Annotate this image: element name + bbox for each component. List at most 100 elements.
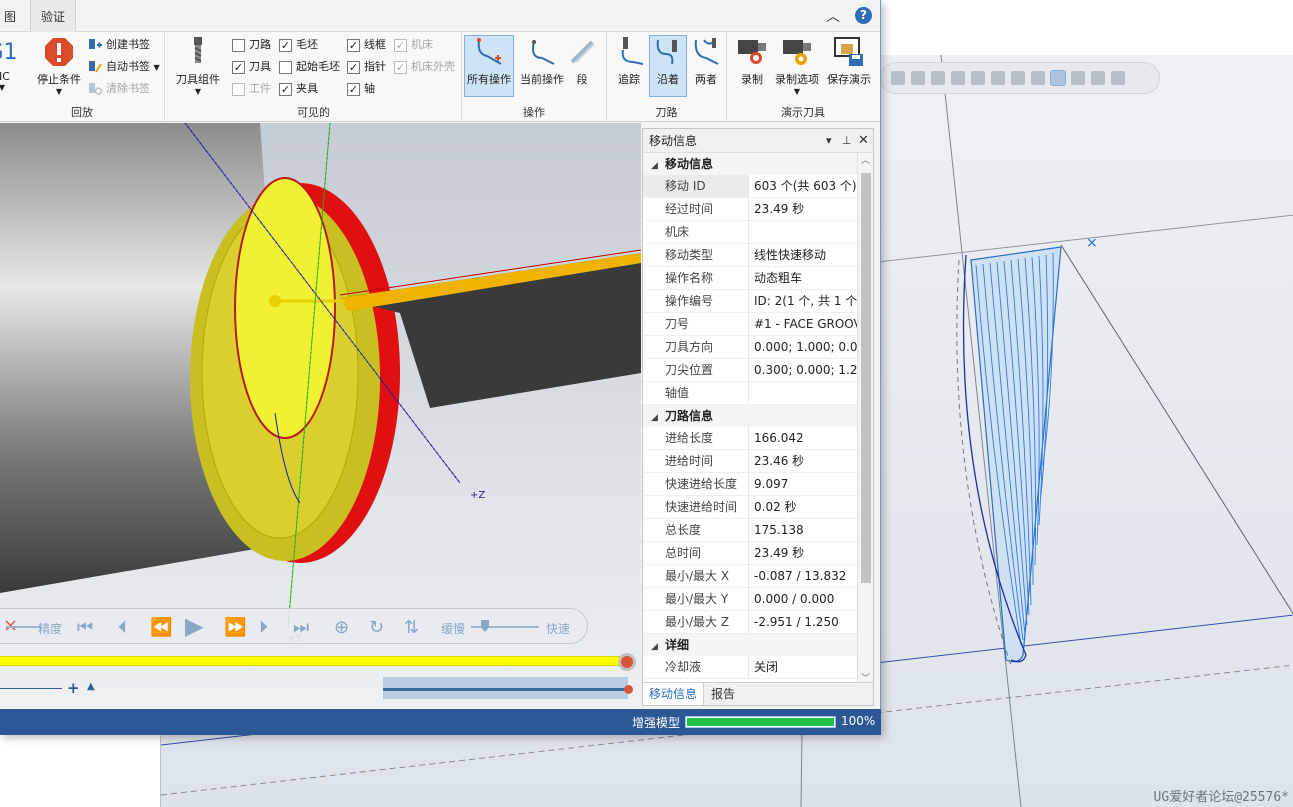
view-icon[interactable] <box>1031 71 1045 85</box>
property-row[interactable]: 快速进给长度 9.097 <box>643 473 857 496</box>
section-header[interactable]: ◢ 刀路信息 <box>643 405 857 427</box>
scroll-up-icon[interactable]: ︿ <box>861 153 870 166</box>
checkbox-0[interactable]: 刀路 <box>232 36 271 54</box>
view-icon[interactable] <box>971 71 985 85</box>
view-icon[interactable] <box>1011 71 1025 85</box>
nc-button[interactable]: G1 NC ▼ <box>0 36 22 92</box>
tab-verify[interactable]: 验证 <box>30 0 76 32</box>
checkbox-10[interactable]: ✓ 轴 <box>347 80 375 98</box>
tab-report[interactable]: 报告 <box>705 683 741 705</box>
property-row[interactable]: 刀号 #1 - FACE GROOVE <box>643 313 857 336</box>
property-row[interactable]: 机床 <box>643 221 857 244</box>
property-row[interactable]: 进给长度 166.042 <box>643 427 857 450</box>
simulation-progress-knob[interactable] <box>618 653 636 671</box>
checkbox-box[interactable] <box>232 38 245 52</box>
checkbox-box[interactable]: ✓ <box>347 60 360 74</box>
close-icon[interactable]: ✕ <box>858 129 869 153</box>
swap-icon[interactable]: ⇅ <box>404 617 419 638</box>
clear-bookmark-button[interactable]: 清除书签 <box>88 80 150 98</box>
section-header[interactable]: ◢ 移动信息 <box>643 153 857 175</box>
checkbox-4[interactable]: ✓ 刀具 <box>232 58 271 76</box>
property-row[interactable]: 轴值 <box>643 382 857 405</box>
precision-slider[interactable] <box>6 626 40 628</box>
property-row[interactable]: 刀尖位置 0.300; 0.000; 1.250 <box>643 359 857 382</box>
property-row[interactable]: 经过时间 23.49 秒 <box>643 198 857 221</box>
checkbox-5[interactable]: 起始毛坯 <box>279 58 340 76</box>
help-icon[interactable]: ? <box>855 7 872 24</box>
view-icon[interactable] <box>991 71 1005 85</box>
panel-scrollbar[interactable]: ︿ ﹀ <box>857 153 873 684</box>
current-operation-button[interactable]: 当前操作 <box>516 36 568 87</box>
stop-condition-button[interactable]: 停止条件 ▼ <box>34 36 84 96</box>
checkbox-box[interactable]: ✓ <box>279 38 292 52</box>
checkbox-9[interactable]: ✓ 夹具 <box>279 80 318 98</box>
property-row[interactable]: 操作编号 ID: 2(1 个, 共 1 个) <box>643 290 857 313</box>
collapse-arrow-icon[interactable]: ◢ <box>651 407 665 429</box>
step-back-icon[interactable]: ⏴ <box>118 617 127 638</box>
tab-move-info[interactable]: 移动信息 <box>643 683 705 705</box>
view-icon[interactable] <box>931 71 945 85</box>
property-row[interactable]: 冷却液 关闭 <box>643 656 857 679</box>
checkbox-box[interactable]: ✓ <box>232 60 245 74</box>
property-row[interactable]: 快速进给时间 0.02 秒 <box>643 496 857 519</box>
segment-button[interactable]: 段 <box>562 36 602 87</box>
loop-icon[interactable]: ↻ <box>369 617 384 638</box>
record-options-button[interactable]: 录制选项 ▼ <box>773 36 821 96</box>
property-row[interactable]: 最小/最大 X -0.087 / 13.832 <box>643 565 857 588</box>
checkbox-6[interactable]: ✓ 指针 <box>347 58 386 76</box>
collapse-ribbon-icon[interactable]: ︿ <box>826 6 840 26</box>
checkbox-box[interactable]: ✓ <box>279 82 292 96</box>
property-row[interactable]: 操作名称 动态粗车 <box>643 267 857 290</box>
view-icon[interactable] <box>911 71 925 85</box>
simulation-viewport[interactable]: +Z +Y × 精度 ⏮ ⏴ ⏪ ▶ ⏩ ⏵ ⏭ ⊕ ↻ ⇅ 缓慢 快速 + ▲ <box>0 123 641 708</box>
record-button[interactable]: 录制 <box>729 36 775 87</box>
panel-scroll-thumb[interactable] <box>861 173 871 583</box>
view-icon[interactable] <box>1111 71 1125 85</box>
panel-menu-icon[interactable]: ▾ <box>826 129 832 153</box>
checkbox-box[interactable]: ✓ <box>347 38 360 52</box>
property-row[interactable]: 总长度 175.138 <box>643 519 857 542</box>
rewind-icon[interactable]: ⏪ <box>150 617 172 638</box>
both-button[interactable]: 两者 <box>687 36 725 87</box>
pin-icon[interactable]: ⊥ <box>842 129 852 153</box>
property-row[interactable]: 总时间 23.49 秒 <box>643 542 857 565</box>
view-icon[interactable] <box>1091 71 1105 85</box>
save-demo-button[interactable]: 保存演示 <box>823 36 875 87</box>
simulation-progress-bar[interactable] <box>0 656 620 666</box>
timeline-zoom-slider[interactable] <box>0 688 62 689</box>
checkbox-box[interactable] <box>279 60 292 74</box>
section-header[interactable]: ◢ 详细 <box>643 634 857 656</box>
selected-view-icon[interactable] <box>1050 70 1066 86</box>
collapse-arrow-icon[interactable]: ◢ <box>651 636 665 658</box>
property-row[interactable]: 移动类型 线性快速移动 <box>643 244 857 267</box>
checkbox-2[interactable]: ✓ 线框 <box>347 36 386 54</box>
all-operations-button[interactable]: 所有操作 <box>464 35 514 97</box>
view-icon[interactable] <box>891 71 905 85</box>
trace-button[interactable]: 追踪 <box>607 36 651 87</box>
checkbox-box[interactable]: ✓ <box>347 82 360 96</box>
speed-slider-knob[interactable] <box>481 620 489 632</box>
property-row[interactable]: 刀具方向 0.000; 1.000; 0.000 <box>643 336 857 359</box>
expand-up-icon[interactable]: ▲ <box>87 681 95 692</box>
zoom-in-icon[interactable]: + <box>67 679 80 697</box>
add-bookmark-icon[interactable]: ⊕ <box>334 617 349 638</box>
step-forward-icon[interactable]: ⏵ <box>259 617 268 638</box>
go-to-end-icon[interactable]: ⏭ <box>293 617 309 638</box>
fast-forward-icon[interactable]: ⏩ <box>224 617 246 638</box>
property-row[interactable]: 最小/最大 Z -2.951 / 1.250 <box>643 611 857 634</box>
timeline-overview-knob[interactable] <box>624 685 633 694</box>
property-row[interactable]: 进给时间 23.46 秒 <box>643 450 857 473</box>
collapse-arrow-icon[interactable]: ◢ <box>651 155 665 177</box>
property-row[interactable]: 最小/最大 Y 0.000 / 0.000 <box>643 588 857 611</box>
tool-assembly-button[interactable]: 刀具组件 ▼ <box>172 36 224 96</box>
view-icon[interactable] <box>951 71 965 85</box>
auto-bookmark-button[interactable]: 自动书签 ▼ <box>88 58 160 76</box>
checkbox-1[interactable]: ✓ 毛坯 <box>279 36 318 54</box>
follow-button[interactable]: 沿着 <box>649 35 687 97</box>
go-to-start-icon[interactable]: ⏮ <box>77 617 93 638</box>
view-icon[interactable] <box>1071 71 1085 85</box>
tab-view[interactable]: 图 <box>0 0 24 32</box>
create-bookmark-button[interactable]: 创建书签 <box>88 36 150 54</box>
property-row[interactable]: 移动 ID 603 个(共 603 个) <box>643 175 857 198</box>
play-icon[interactable]: ▶ <box>185 612 203 640</box>
